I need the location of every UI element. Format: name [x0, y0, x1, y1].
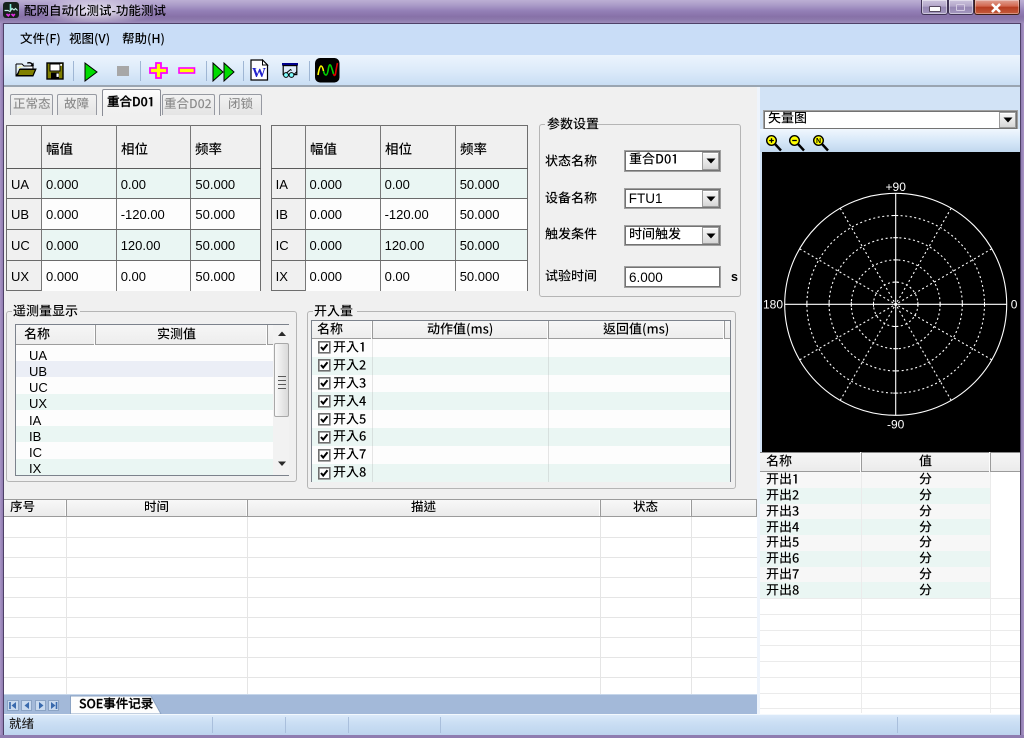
svg-text:-90: -90	[887, 417, 905, 431]
svg-text:0: 0	[1011, 297, 1018, 311]
svg-text:180: 180	[763, 297, 783, 311]
svg-text:N: N	[815, 138, 820, 145]
svg-text:+90: +90	[886, 180, 907, 194]
svg-text:W: W	[252, 66, 266, 81]
